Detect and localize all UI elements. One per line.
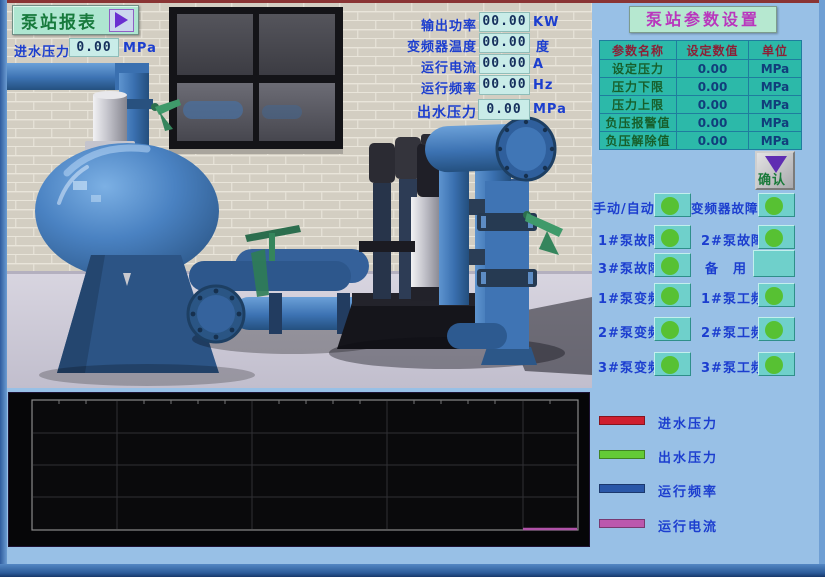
frame-right (819, 0, 825, 577)
run-current-label: 运行电流 (357, 57, 477, 76)
status-lamp (765, 321, 783, 339)
param-value-field[interactable]: 0.00 (677, 114, 749, 132)
pump3-fault-indicator (654, 253, 691, 277)
param-value-field[interactable]: 0.00 (677, 78, 749, 96)
spare-indicator (753, 250, 795, 277)
status-lamp (661, 229, 679, 247)
window-graphic (169, 7, 343, 154)
frame-left (0, 0, 7, 577)
param-name: 压力上限 (600, 96, 677, 114)
param-value-field[interactable]: 0.00 (677, 60, 749, 78)
pump1-pf-indicator (758, 283, 795, 307)
legend-swatch-inlet (599, 416, 645, 425)
table-row: 负压报警值 0.00 MPa (600, 114, 802, 132)
output-power-value: 00.00 (479, 12, 530, 32)
play-arrow-icon (115, 12, 128, 28)
param-value-field[interactable]: 0.00 (677, 96, 749, 114)
col-header-unit: 单位 (749, 41, 802, 60)
table-row: 负压解除值 0.00 MPa (600, 132, 802, 150)
inverter-temp-unit: 度 (536, 36, 550, 55)
run-current-value: 00.00 (479, 54, 530, 74)
pump1-fault-indicator (654, 225, 691, 249)
status-lamp (661, 321, 679, 339)
param-unit: MPa (749, 132, 802, 150)
outlet-pressure-label: 出水压力 (357, 102, 477, 122)
param-unit: MPa (749, 114, 802, 132)
trend-chart (8, 392, 590, 547)
inlet-pressure-unit: MPa (123, 41, 157, 56)
vfd-fault-label: 变频器故障 (691, 198, 759, 217)
pump3-vfd-label: 3#泵变频 (598, 357, 662, 376)
manual-auto-label: 手动/自动 (593, 198, 655, 217)
frame-bottom (0, 564, 825, 577)
run-freq-value: 00.00 (479, 75, 530, 95)
pump3-pf-label: 3#泵工频 (701, 357, 765, 376)
param-name: 设定压力 (600, 60, 677, 78)
pump3-fault-label: 3#泵故障 (598, 258, 662, 277)
status-lamp (765, 229, 783, 247)
status-lamp (765, 287, 783, 305)
run-freq-label: 运行频率 (357, 78, 477, 97)
status-lamp (661, 257, 679, 275)
confirm-button-label: 确认 (758, 169, 786, 188)
run-current-unit: A (533, 57, 544, 72)
inlet-pressure-value: 0.00 (69, 38, 119, 57)
outlet-pressure-unit: MPa (533, 102, 567, 117)
param-unit: MPa (749, 60, 802, 78)
inverter-temp-value: 00.00 (479, 33, 530, 53)
legend-swatch-current (599, 519, 645, 528)
param-name: 负压解除值 (600, 132, 677, 150)
status-lamp (661, 197, 679, 215)
report-nav-box[interactable] (109, 9, 134, 32)
param-name: 压力下限 (600, 78, 677, 96)
param-value-field[interactable]: 0.00 (677, 132, 749, 150)
table-row: 设定压力 0.00 MPa (600, 60, 802, 78)
status-lamp (661, 287, 679, 305)
outlet-pressure-value: 0.00 (478, 99, 530, 120)
legend-label-freq: 运行频率 (658, 481, 718, 500)
param-name: 负压报警值 (600, 114, 677, 132)
table-row: 压力下限 0.00 MPa (600, 78, 802, 96)
pump2-pf-label: 2#泵工频 (701, 322, 765, 341)
params-panel-title: 泵站参数设置 (629, 6, 777, 33)
pump2-vfd-label: 2#泵变频 (598, 322, 662, 341)
col-header-name: 参数名称 (600, 41, 677, 60)
pump1-vfd-indicator (654, 283, 691, 307)
pump2-pf-indicator (758, 317, 795, 341)
inlet-pressure-label: 进水压力 (14, 41, 70, 60)
pump2-fault-indicator (758, 225, 795, 249)
manual-auto-indicator (654, 193, 691, 217)
pump2-vfd-indicator (654, 317, 691, 341)
col-header-value: 设定数值 (677, 41, 749, 60)
spare-label: 备 用 (705, 258, 747, 277)
vfd-fault-indicator (758, 193, 795, 217)
report-button[interactable]: 泵站报表 (12, 5, 139, 35)
param-unit: MPa (749, 96, 802, 114)
status-lamp (661, 356, 679, 374)
pump3-vfd-indicator (654, 352, 691, 376)
frame-top (0, 0, 825, 3)
confirm-button[interactable]: 确认 (755, 151, 795, 190)
legend-swatch-outlet (599, 450, 645, 459)
legend-label-inlet: 进水压力 (658, 413, 718, 432)
report-button-label: 泵站报表 (21, 8, 109, 33)
inverter-temp-label: 变频器温度 (357, 36, 477, 55)
run-freq-unit: Hz (533, 78, 553, 93)
output-power-label: 输出功率 (357, 15, 477, 34)
pump1-vfd-label: 1#泵变频 (598, 288, 662, 307)
param-unit: MPa (749, 78, 802, 96)
params-table: 参数名称 设定数值 单位 设定压力 0.00 MPa 压力下限 0.00 MPa… (599, 40, 802, 150)
pump3-pf-indicator (758, 352, 795, 376)
pump1-pf-label: 1#泵工频 (701, 288, 765, 307)
status-lamp (765, 197, 783, 215)
pump2-fault-label: 2#泵故障 (701, 230, 765, 249)
legend-label-outlet: 出水压力 (658, 447, 718, 466)
legend-swatch-freq (599, 484, 645, 493)
status-lamp (765, 356, 783, 374)
output-power-unit: KW (533, 15, 559, 30)
legend-label-current: 运行电流 (658, 516, 718, 535)
pump-station-hmi: 泵站报表 进水压力 0.00 MPa 输出功率 00.00 KW 变频器温度 0… (0, 0, 825, 577)
pump1-fault-label: 1#泵故障 (598, 230, 662, 249)
table-row: 压力上限 0.00 MPa (600, 96, 802, 114)
